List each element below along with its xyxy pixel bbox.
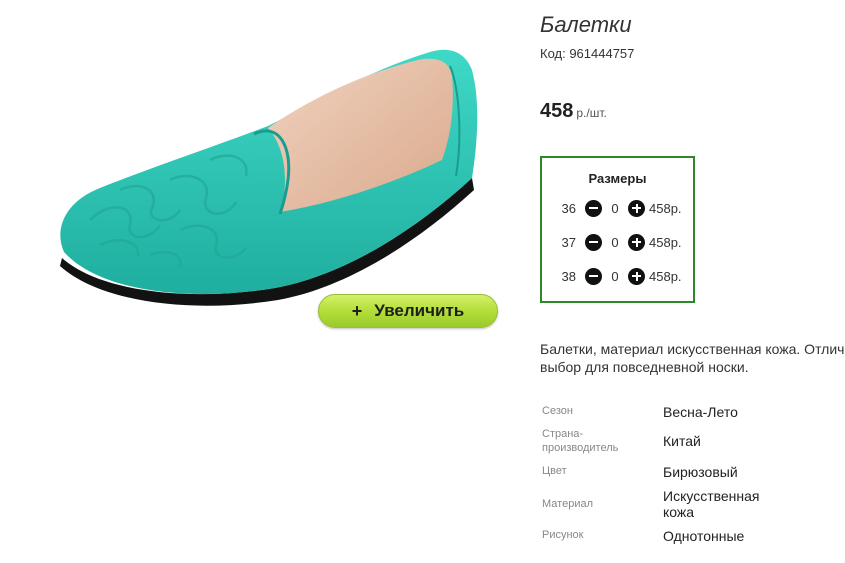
product-image[interactable] (40, 30, 500, 310)
minus-icon[interactable] (585, 233, 602, 251)
plus-icon[interactable] (628, 199, 645, 217)
size-number: 38 (561, 268, 576, 284)
spec-label: Цвет (542, 465, 567, 477)
plus-icon: + (351, 300, 363, 321)
quantity-value: 0 (611, 234, 619, 250)
size-price: 458р. (649, 268, 682, 284)
plus-icon[interactable] (628, 267, 645, 285)
shoe-illustration (60, 49, 478, 306)
size-row-36: 36 0 458р. (542, 198, 682, 218)
spec-label: Рисунок (542, 529, 584, 541)
zoom-button-label: Увеличить (374, 301, 465, 320)
spec-label: Страна-производитель (542, 428, 619, 454)
sizes-title: Размеры (588, 171, 647, 186)
minus-icon[interactable] (585, 199, 602, 217)
sizes-panel: Размеры 36 0 458р. 37 0 458р. 38 0 458р. (540, 156, 695, 303)
spec-value: Однотонные (663, 528, 745, 544)
quantity-value: 0 (611, 268, 619, 284)
size-number: 37 (561, 234, 576, 250)
spec-value: Весна-Лето (663, 404, 738, 420)
size-price: 458р. (649, 200, 682, 216)
spec-label: Сезон (542, 405, 573, 417)
spec-label: Материал (542, 498, 593, 510)
size-row-37: 37 0 458р. (542, 232, 682, 252)
product-price: 458 р./шт. (540, 100, 607, 123)
price-value: 458 (540, 100, 574, 122)
spec-value: Китай (663, 433, 701, 449)
spec-value: Искусственная кожа (663, 488, 760, 520)
plus-icon[interactable] (628, 233, 645, 251)
minus-icon[interactable] (585, 267, 602, 285)
product-code: Код: 961444757 (540, 46, 635, 61)
zoom-button[interactable]: + Увеличить (318, 294, 498, 328)
spec-value: Бирюзовый (663, 464, 738, 480)
size-number: 36 (561, 200, 576, 216)
price-unit: р./шт. (576, 106, 607, 120)
size-row-38: 38 0 458р. (542, 266, 682, 286)
product-title: Балетки (540, 12, 632, 37)
size-price: 458р. (649, 234, 682, 250)
product-description: Балетки, материал искусственная кожа. От… (540, 341, 845, 375)
quantity-value: 0 (611, 200, 619, 216)
